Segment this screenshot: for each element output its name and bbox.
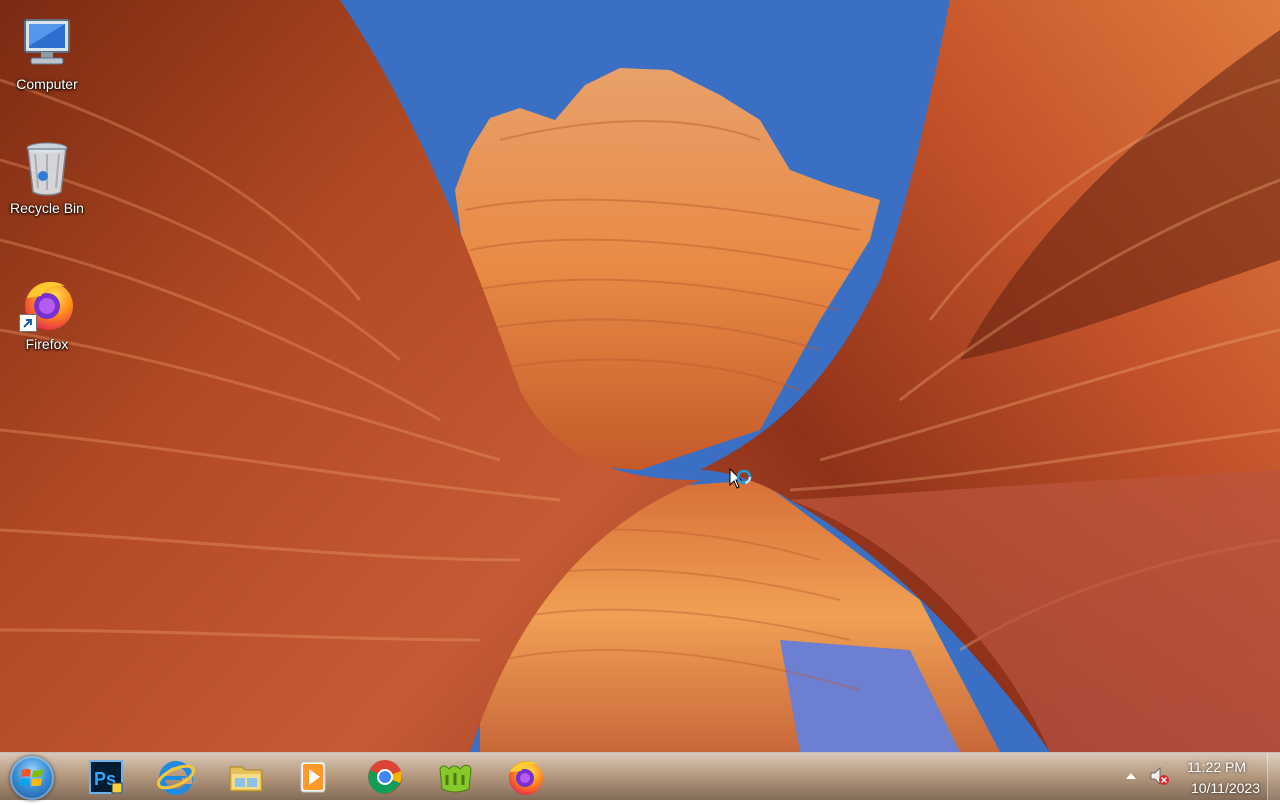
taskbar-game-button[interactable] [427,756,483,798]
start-button[interactable] [10,756,54,800]
internet-explorer-icon [156,761,196,795]
firefox-icon [19,276,75,332]
shortcut-arrow-icon [19,314,37,332]
game-icon [439,764,472,793]
taskbar-chrome-button[interactable] [357,756,413,798]
show-desktop-button[interactable] [1267,753,1280,801]
clock-date[interactable]: 10/11/2023 [1191,780,1260,796]
taskbar-media-player-button[interactable] [285,756,341,798]
system-tray: 11:22 PM 10/11/2023 [1110,753,1280,801]
taskbar: Ps 11:22 PM 10/11/2023 [0,752,1280,801]
computer-icon [19,16,75,72]
desktop-icon-label: Computer [16,76,78,92]
media-player-icon [300,761,326,793]
wallpaper-image [0,0,1280,752]
chrome-icon [368,760,402,794]
photoshop-icon: Ps [89,760,123,794]
folder-icon [229,766,263,792]
desktop-icon-label: Firefox [25,336,69,352]
desktop-icon-label: Recycle Bin [10,200,84,216]
clock-time[interactable]: 11:22 PM [1187,759,1246,775]
chevron-up-icon[interactable] [1124,769,1138,783]
firefox-icon [509,761,543,795]
recycle-bin-icon [19,140,75,196]
taskbar-internet-explorer-button[interactable] [148,756,204,798]
volume-muted-icon[interactable] [1148,765,1170,787]
desktop-icon-computer[interactable]: Computer [4,16,90,92]
taskbar-firefox-button[interactable] [497,756,553,798]
desktop-icon-firefox[interactable]: Firefox [4,276,90,352]
taskbar-photoshop-button[interactable]: Ps [78,756,134,798]
desktop-wallpaper [0,0,1280,752]
taskbar-file-explorer-button[interactable] [218,756,274,798]
desktop-icon-recycle-bin[interactable]: Recycle Bin [4,140,90,216]
busy-cursor-icon [729,467,753,501]
windows-logo-icon [20,768,43,786]
